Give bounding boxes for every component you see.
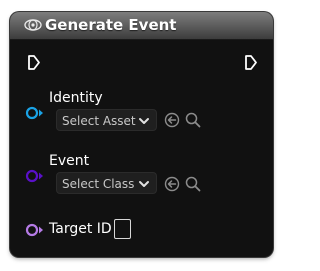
chevron-down-icon <box>139 181 149 187</box>
chevron-down-icon <box>139 118 149 124</box>
exec-out-pin-icon[interactable] <box>244 54 258 71</box>
identity-dropdown-value: Select Asset <box>62 114 136 128</box>
target-id-pin[interactable] <box>25 223 45 237</box>
event-dropdown-value: Select Class <box>62 177 135 191</box>
browse-arrow-icon[interactable] <box>164 176 180 192</box>
generate-event-node[interactable]: Generate Event Identity Select Asset Eve… <box>10 12 273 257</box>
target-id-checkbox[interactable] <box>114 219 131 239</box>
target-id-label: Target ID <box>49 221 112 237</box>
browse-arrow-icon[interactable] <box>164 112 180 128</box>
identity-asset-dropdown[interactable]: Select Asset <box>56 109 157 131</box>
function-node-icon <box>24 19 42 31</box>
search-icon[interactable] <box>185 112 201 128</box>
exec-in-pin-icon[interactable] <box>27 54 41 71</box>
event-class-dropdown[interactable]: Select Class <box>56 172 157 194</box>
search-icon[interactable] <box>185 176 201 192</box>
identity-label: Identity <box>49 90 103 106</box>
event-pin[interactable] <box>25 169 45 183</box>
event-label: Event <box>49 153 90 169</box>
node-title: Generate Event <box>45 16 177 34</box>
node-header[interactable]: Generate Event <box>10 12 273 40</box>
identity-pin[interactable] <box>25 106 45 120</box>
